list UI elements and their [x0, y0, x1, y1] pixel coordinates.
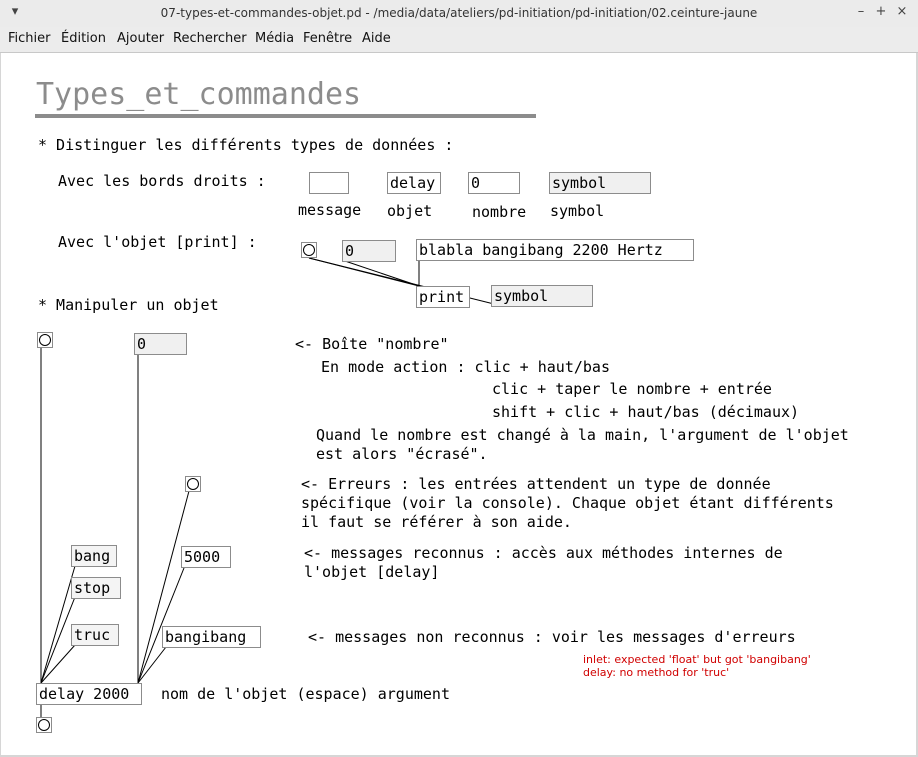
- msg-stop[interactable]: stop: [71, 577, 121, 599]
- maximize-button[interactable]: +: [872, 3, 890, 21]
- bang-output[interactable]: [36, 717, 52, 733]
- nombre-line-2: clic + taper le nombre + entrée: [492, 380, 772, 398]
- reconnus-text: <- messages reconnus : accès aux méthode…: [304, 544, 783, 581]
- label-nombre: nombre: [472, 203, 527, 221]
- nombre-line-1: En mode action : clic + haut/bas: [321, 358, 610, 376]
- errors-text: <- Erreurs : les entrées attendent un ty…: [301, 475, 834, 531]
- menu-ajouter[interactable]: Ajouter: [117, 31, 164, 46]
- nombre-note: Quand le nombre est changé à la main, l'…: [316, 426, 849, 463]
- msg-bang[interactable]: bang: [71, 545, 117, 567]
- delay-caption: nom de l'objet (espace) argument: [161, 685, 450, 703]
- menu-fenetre[interactable]: Fenêtre: [303, 31, 352, 46]
- bords-droits-label: Avec les bords droits :: [58, 172, 266, 190]
- close-button[interactable]: ×: [893, 3, 911, 21]
- menu-fichier[interactable]: Fichier: [8, 31, 51, 46]
- menu-edition[interactable]: Édition: [61, 31, 106, 46]
- print-message-box[interactable]: blabla bangibang 2200 Hertz: [416, 239, 694, 261]
- heading-underline: [35, 114, 536, 118]
- section-manipuler: * Manipuler un objet: [38, 296, 219, 314]
- label-objet: objet: [387, 202, 433, 220]
- msg-bangibang[interactable]: bangibang: [162, 626, 261, 648]
- number-delay-right[interactable]: 0: [134, 333, 187, 355]
- menu-aide[interactable]: Aide: [362, 31, 391, 46]
- bang-delay-left[interactable]: [37, 332, 53, 348]
- non-reconnus-text: <- messages non reconnus : voir les mess…: [308, 628, 796, 646]
- print-number-box[interactable]: 0: [342, 240, 396, 262]
- print-object[interactable]: print: [416, 286, 470, 308]
- menu-media[interactable]: Média: [255, 31, 294, 46]
- window-title: 07-types-et-commandes-objet.pd - /media/…: [160, 6, 758, 20]
- patch-heading: Types_et_commandes: [36, 77, 362, 112]
- print-bang[interactable]: [301, 242, 317, 258]
- print-symbol-box[interactable]: symbol: [491, 285, 593, 307]
- label-message: message: [298, 201, 362, 219]
- demo-message-box[interactable]: [309, 172, 349, 194]
- msg-5000[interactable]: 5000: [181, 546, 231, 568]
- title-bar: ▾ 07-types-et-commandes-objet.pd - /medi…: [0, 0, 918, 28]
- minimize-button[interactable]: –: [852, 3, 870, 21]
- nombre-title: <- Boîte "nombre": [295, 335, 449, 353]
- section-types: * Distinguer les différents types de don…: [38, 136, 454, 154]
- error-message-1: inlet: expected 'float' but got 'bangiba…: [583, 653, 811, 666]
- error-message-2: delay: no method for 'truc': [583, 666, 730, 679]
- nombre-line-3: shift + clic + haut/bas (décimaux): [492, 403, 800, 421]
- print-row-label: Avec l'objet [print] :: [58, 233, 257, 251]
- delay-object[interactable]: delay 2000: [36, 683, 142, 705]
- demo-object-box[interactable]: delay: [387, 172, 441, 194]
- menu-rechercher[interactable]: Rechercher: [173, 31, 247, 46]
- demo-number-box[interactable]: 0: [468, 172, 520, 194]
- msg-truc[interactable]: truc: [71, 624, 119, 646]
- patch-canvas[interactable]: Types_et_commandes * Distinguer les diff…: [1, 53, 916, 755]
- label-symbol: symbol: [550, 202, 605, 220]
- demo-symbol-box[interactable]: symbol: [549, 172, 651, 194]
- menu-bar: Fichier Édition Ajouter Rechercher Média…: [0, 27, 918, 53]
- bang-error[interactable]: [185, 476, 201, 492]
